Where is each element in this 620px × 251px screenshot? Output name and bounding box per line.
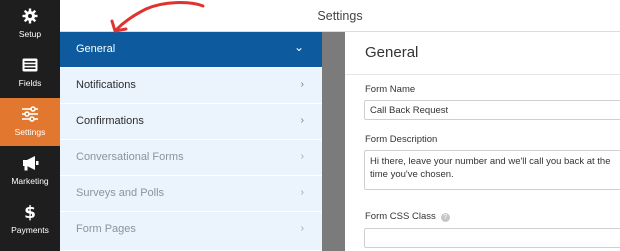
sidebar-item-settings[interactable]: Settings [0, 98, 60, 146]
section-title: General [365, 44, 419, 61]
chevron-right-icon: › [300, 79, 304, 90]
panel-divider [322, 32, 345, 251]
form-description-label: Form Description [365, 134, 438, 145]
nav-item-general[interactable]: General ⌄ [60, 32, 322, 68]
dollar-icon: $ [0, 203, 60, 221]
form-name-label: Form Name [365, 84, 416, 95]
nav-item-label: Surveys and Polls [76, 187, 165, 199]
nav-item-notifications[interactable]: Notifications › [60, 68, 322, 104]
help-icon[interactable]: ? [440, 213, 450, 222]
sliders-icon [0, 105, 60, 123]
chevron-right-icon: › [300, 223, 304, 234]
nav-item-form-pages[interactable]: Form Pages › [60, 212, 322, 251]
nav-item-label: Conversational Forms [76, 151, 184, 163]
nav-item-surveys-and-polls[interactable]: Surveys and Polls › [60, 176, 322, 212]
form-css-class-label: Form CSS Class? [365, 211, 450, 222]
red-arrow-annotation [110, 1, 205, 33]
sidebar-item-label: Settings [14, 127, 46, 137]
nav-item-label: Form Pages [76, 223, 136, 235]
form-css-class-label-text: Form CSS Class [365, 211, 436, 222]
fields-icon [0, 56, 60, 74]
sidebar-item-setup[interactable]: Setup [0, 0, 60, 48]
chevron-right-icon: › [300, 115, 304, 126]
form-css-class-field[interactable] [364, 228, 620, 248]
megaphone-icon [0, 154, 60, 172]
sidebar-item-payments[interactable]: $ Payments [0, 196, 60, 244]
chevron-right-icon: › [300, 187, 304, 198]
nav-item-confirmations[interactable]: Confirmations › [60, 104, 322, 140]
chevron-right-icon: › [300, 151, 304, 162]
form-name-field[interactable]: Call Back Request [364, 100, 620, 120]
nav-item-label: Confirmations [76, 115, 144, 127]
sidebar-item-label: Fields [18, 78, 42, 88]
gear-icon [0, 7, 60, 25]
settings-section-nav: General ⌄ Notifications › Confirmations … [60, 32, 322, 251]
sidebar-item-marketing[interactable]: Marketing [0, 147, 60, 195]
sidebar-item-label: Marketing [11, 176, 49, 186]
general-settings-panel: General Form Name Call Back Request Form… [345, 32, 620, 251]
builder-sidebar: Setup Fields Settings Marketing $ Paymen… [0, 0, 60, 251]
sidebar-item-label: Setup [18, 29, 42, 39]
nav-item-label: General [76, 43, 116, 55]
svg-text:$: $ [24, 203, 36, 221]
divider [345, 74, 620, 75]
sidebar-item-fields[interactable]: Fields [0, 49, 60, 97]
nav-item-label: Notifications [76, 79, 136, 91]
sidebar-item-label: Payments [11, 225, 49, 235]
nav-item-conversational-forms[interactable]: Conversational Forms › [60, 140, 322, 176]
form-description-field[interactable]: Hi there, leave your number and we'll ca… [364, 150, 620, 190]
chevron-down-icon: ⌄ [293, 40, 304, 54]
